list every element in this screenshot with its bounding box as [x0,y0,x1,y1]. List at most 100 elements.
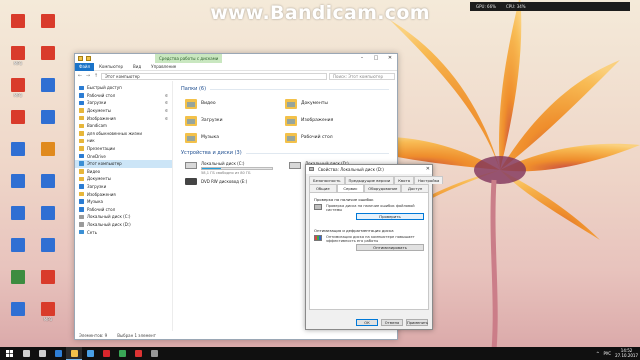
close-icon[interactable]: ✕ [383,54,397,63]
taskbar-explorer-button[interactable] [66,347,82,360]
nav-item[interactable]: для обыкновенных жизни [75,130,172,138]
folder-item[interactable]: Документы [285,96,375,111]
optimize-button[interactable]: Оптимизировать [356,243,424,251]
tab-file[interactable]: Файл [75,62,95,71]
ribbon-context-tab[interactable]: Средства работы с дисками [155,54,223,63]
folder-item[interactable]: Видео [185,96,275,111]
tab-view[interactable]: Вид [128,64,146,69]
desktop-shortcut[interactable] [6,110,30,136]
dialog-tab[interactable]: Доступ [401,184,429,192]
tab-manage[interactable]: Управление [146,64,181,69]
desktop-shortcut[interactable] [36,14,60,40]
dialog-tab[interactable]: Оборудование [364,184,402,192]
address-bar[interactable]: Этот компьютер [101,72,327,80]
desktop-shortcut[interactable] [36,46,60,72]
desktop-shortcut[interactable] [6,206,30,232]
dialog-tab[interactable]: Сервис [336,184,365,192]
taskbar-edge-button[interactable] [50,347,66,360]
clock-date: 27.10.2017 [615,352,638,358]
nav-item[interactable]: Этот компьютер [75,159,172,168]
drive-item[interactable]: Локальный диск (C:) 58,1 ГБ свободно из 8… [185,161,273,175]
folder-item[interactable]: Рабочий стол [285,130,375,145]
apply-button[interactable]: Применить [406,319,428,326]
language-indicator[interactable]: РУС [603,351,611,356]
nav-item[interactable]: Локальный диск (C:) [75,213,172,221]
cancel-button[interactable]: Отмена [381,319,403,326]
taskbar-store-button[interactable] [82,347,98,360]
pin-icon[interactable]: ✲ [165,93,168,98]
folder-item[interactable]: Изображения [285,113,375,128]
folder-item[interactable]: Музыка [185,130,275,145]
folder-label: Рабочий стол [301,135,333,140]
desktop-shortcut[interactable] [36,174,60,200]
dialog-tab[interactable]: Предыдущие версии [344,176,395,184]
desktop-shortcut[interactable] [6,14,30,40]
nav-item[interactable]: ник [75,137,172,145]
status-items-count: Элементов: 9 [79,332,108,338]
clock[interactable]: 14:52 27.10.2017 [615,348,638,358]
desktop-shortcut[interactable] [36,270,60,296]
back-button[interactable]: ← [77,73,83,79]
folder-icon [79,207,84,212]
folders-section-header[interactable]: Папки (6) [181,85,389,94]
taskbar-task-view-button[interactable] [34,347,50,360]
desktop-shortcut[interactable] [6,238,30,264]
desktop-shortcut[interactable] [36,238,60,264]
tray-chevron-icon[interactable]: ^ [596,351,599,356]
minimize-icon[interactable]: – [355,54,369,63]
check-button[interactable]: Проверить [356,212,424,220]
nav-item[interactable]: Загрузки ✲ [75,99,172,107]
search-input[interactable]: Поиск: Этот компьютер [329,72,395,80]
pin-icon[interactable]: ✲ [165,108,168,113]
nav-item[interactable]: OneDrive [75,152,172,160]
file-icon [41,46,55,60]
maximize-icon[interactable]: □ [369,54,383,63]
taskbar-bandicam-button[interactable] [130,347,146,360]
nav-item[interactable]: Рабочий стол ✲ [75,92,172,100]
close-icon[interactable]: ✕ [426,165,430,174]
nav-item[interactable]: Изображения [75,190,172,198]
forward-button[interactable]: → [85,73,91,79]
nav-item[interactable]: Локальный диск (D:) [75,221,172,229]
dialog-tab[interactable]: Общие [309,184,337,192]
desktop-shortcut[interactable] [6,142,30,168]
tab-computer[interactable]: Компьютер [94,64,128,69]
taskbar-search-button[interactable] [18,347,34,360]
nav-item[interactable]: Документы ✲ [75,107,172,115]
up-button[interactable]: ↑ [93,73,99,79]
nav-item[interactable]: Bandicam [75,122,172,130]
dialog-tab[interactable]: Настройка [414,176,444,184]
properties-icon[interactable] [86,56,91,61]
start-button[interactable] [0,347,18,360]
nav-item[interactable]: Сеть [75,228,172,236]
taskbar-opera-button[interactable] [98,347,114,360]
taskbar-media-button[interactable] [146,347,162,360]
desktop-shortcut[interactable] [36,78,60,104]
desktop-shortcut[interactable] [36,110,60,136]
desktop-shortcut[interactable]: MP3 [36,302,60,328]
nav-item[interactable]: Презентации [75,145,172,153]
desktop-shortcut[interactable] [6,174,30,200]
desktop-shortcut[interactable]: MP3 [6,78,30,104]
nav-item[interactable]: Музыка [75,198,172,206]
desktop-shortcut[interactable] [6,270,30,296]
desktop-shortcut[interactable]: MP3 [6,46,30,72]
ok-button[interactable]: ОК [356,319,378,326]
nav-item[interactable]: Изображения ✲ [75,114,172,122]
folder-item[interactable]: Загрузки [185,113,275,128]
desktop-shortcut[interactable] [36,142,60,168]
pin-icon[interactable]: ✲ [165,100,168,105]
nav-item[interactable]: Рабочий стол [75,206,172,214]
folder-icon [79,214,84,220]
taskbar-chrome-button[interactable] [114,347,130,360]
desktop-shortcut[interactable] [36,206,60,232]
dialog-tab[interactable]: Квота [394,176,415,184]
dialog-tab[interactable]: Безопасность [309,176,345,184]
nav-item[interactable]: Быстрый доступ [75,84,172,92]
nav-item[interactable]: Документы [75,175,172,183]
desktop-shortcut[interactable] [6,302,30,328]
pin-icon[interactable]: ✲ [165,116,168,121]
devices-section-header[interactable]: Устройства и диски (3) [181,149,389,158]
nav-item[interactable]: Видео [75,168,172,176]
nav-item[interactable]: Загрузки [75,183,172,191]
